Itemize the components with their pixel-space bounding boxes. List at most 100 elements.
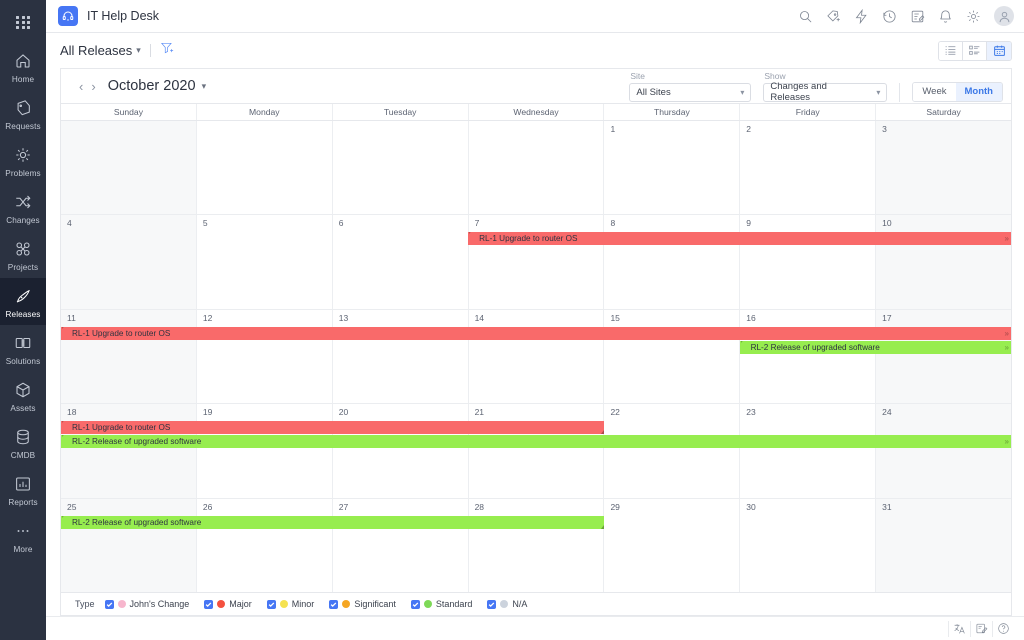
legend-item[interactable]: John's Change [104, 599, 189, 609]
calendar-week-row: 11 12 13 14 15 16 17 » RL-1 Upgrade to router OS… [61, 309, 1012, 405]
event-title: RL-2 Release of upgraded software [72, 437, 202, 447]
calendar-event-bar[interactable]: » RL-2 Release of upgraded software [61, 435, 1011, 449]
legend-item[interactable]: Significant [329, 599, 396, 609]
list-view-button[interactable] [939, 41, 963, 60]
release-view-selector[interactable]: All Releases ▾ [60, 43, 141, 58]
event-continues-left-icon [62, 326, 70, 338]
sidebar-item-assets[interactable]: Assets [0, 372, 46, 419]
site-select[interactable]: All Sites ▾ [629, 82, 752, 102]
sidebar-item-reports[interactable]: Reports [0, 466, 46, 513]
translate-icon[interactable] [948, 620, 970, 637]
history-icon[interactable] [882, 9, 897, 24]
calendar-event-bar[interactable]: RL-2 Release of upgraded software [61, 515, 604, 529]
day-number: 12 [202, 312, 213, 323]
note-edit-icon[interactable] [910, 9, 925, 24]
show-select[interactable]: Changes and Releases ▾ [763, 81, 888, 103]
check-icon [412, 602, 419, 607]
legend-checkbox[interactable] [204, 599, 214, 609]
weekday-header: Sunday Monday Tuesday Wednesday Thursday Frid… [61, 103, 1011, 121]
help-icon[interactable] [992, 620, 1014, 637]
calendar-view-button[interactable] [987, 41, 1011, 60]
check-icon [205, 602, 212, 607]
legend-item[interactable]: Minor [266, 599, 314, 609]
legend-checkbox[interactable] [104, 599, 114, 609]
sidebar-item-label: Assets [10, 404, 36, 414]
weekday-header-cell: Thursday [604, 104, 741, 120]
day-number: 31 [882, 501, 892, 512]
sidebar-item-releases[interactable]: Releases [0, 278, 46, 326]
tag-add-icon[interactable] [826, 9, 841, 24]
sidebar-item-requests[interactable]: Requests [0, 90, 46, 137]
day-number: 3 [882, 124, 887, 134]
search-icon[interactable] [798, 9, 813, 24]
bell-icon[interactable] [938, 9, 953, 24]
legend-checkbox[interactable] [410, 599, 420, 609]
week-range-button[interactable]: Week [913, 82, 956, 101]
weekday-header-cell: Tuesday [333, 104, 469, 120]
day-number: 21 [474, 407, 485, 418]
sidebar-item-label: Reports [8, 498, 38, 508]
day-number: 5 [202, 218, 208, 229]
legend-color-swatch [423, 600, 432, 608]
event-start-marker-icon [740, 340, 749, 352]
calendar-event-bar[interactable]: » RL-1 Upgrade to router OS [61, 326, 1011, 340]
calendar-grid: 1 2 3 4 5 6 7 8 9 10» RL-1 Upgrade to router OS 11 1… [61, 121, 1012, 593]
calendar-event-bar[interactable]: » RL-1 Upgrade to router OS [468, 232, 1011, 246]
month-range-button[interactable]: Month [955, 82, 1002, 101]
day-number: 10 [882, 218, 892, 229]
changes-icon [0, 193, 46, 213]
check-icon [489, 602, 495, 607]
day-number: 15 [610, 312, 620, 323]
status-bar [46, 616, 1024, 640]
divider [149, 44, 151, 57]
feedback-edit-icon[interactable] [970, 620, 992, 637]
weekday-header-cell: Friday [740, 104, 877, 120]
legend-item[interactable]: Major [204, 599, 252, 609]
weekday-header-cell: Monday [197, 104, 333, 120]
day-number: 24 [882, 407, 892, 418]
user-avatar[interactable] [994, 6, 1014, 26]
legend-checkbox[interactable] [329, 599, 339, 609]
legend-checkbox[interactable] [487, 599, 497, 609]
sidebar-item-cmdb[interactable]: CMDB [0, 419, 46, 466]
week-events [61, 138, 1011, 214]
day-number: 17 [882, 312, 892, 323]
sidebar-item-projects[interactable]: Projects [0, 231, 46, 278]
sidebar-item-label: Problems [5, 169, 41, 179]
show-select-value: Changes and Releases [770, 81, 827, 103]
calendar-filters: Site All Sites ▾ Show Changes and Releas… [629, 70, 1003, 103]
apps-grid-button[interactable] [16, 6, 30, 43]
divider [899, 82, 901, 102]
flash-icon[interactable] [854, 8, 869, 24]
event-title: RL-1 Upgrade to router OS [72, 423, 171, 433]
legend-item[interactable]: Standard [410, 599, 472, 609]
sidebar-item-more[interactable]: More [0, 513, 46, 560]
week-events: » RL-1 Upgrade to router OS [61, 232, 1011, 308]
day-number: 9 [746, 218, 752, 229]
detail-view-button[interactable] [963, 41, 987, 60]
day-number: 30 [746, 501, 756, 512]
next-month-button[interactable]: › [87, 79, 99, 94]
day-number: 29 [610, 501, 620, 512]
event-title: RL-2 Release of upgraded software [72, 517, 202, 527]
legend-item[interactable]: N/A [487, 599, 527, 609]
prev-month-button[interactable]: ‹ [75, 79, 87, 94]
event-continues-right-icon: » [1004, 437, 1009, 447]
filter-add-icon[interactable] [160, 41, 174, 60]
event-continues-left-icon [62, 435, 70, 447]
sidebar-item-label: CMDB [10, 451, 36, 461]
sidebar-item-changes[interactable]: Changes [0, 184, 46, 231]
sidebar-item-problems[interactable]: Problems [0, 137, 46, 184]
legend-label: N/A [512, 599, 528, 609]
day-number: 7 [474, 218, 480, 229]
site-filter-label: Site [630, 70, 646, 81]
calendar-event-bar[interactable]: » RL-2 Release of upgraded software [739, 340, 1011, 354]
gear-icon[interactable] [966, 9, 981, 24]
month-selector[interactable]: October 2020 ▾ [108, 78, 206, 94]
event-title: RL-2 Release of upgraded software [750, 342, 880, 352]
sidebar-item-solutions[interactable]: Solutions [0, 325, 46, 372]
sidebar-item-home[interactable]: Home [0, 43, 46, 90]
legend-checkbox[interactable] [266, 599, 276, 609]
calendar-event-bar[interactable]: RL-1 Upgrade to router OS [61, 421, 604, 435]
month-label: October 2020 [107, 78, 196, 94]
